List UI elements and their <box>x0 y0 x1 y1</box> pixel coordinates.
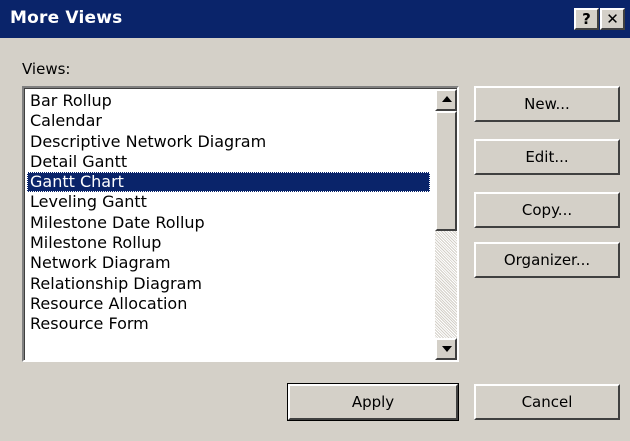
list-item[interactable]: Milestone Date Rollup <box>27 213 430 233</box>
apply-button[interactable]: Apply <box>287 383 459 421</box>
copy-button-label: Copy... <box>521 201 573 219</box>
organizer-button[interactable]: Organizer... <box>474 242 620 278</box>
edit-button-label: Edit... <box>525 148 569 166</box>
scroll-up-button[interactable] <box>435 89 457 111</box>
new-button[interactable]: New... <box>474 86 620 122</box>
new-button-label: New... <box>524 95 570 113</box>
dialog-title: More Views <box>10 8 123 28</box>
list-item[interactable]: Resource Form <box>27 314 430 334</box>
title-bar[interactable]: More Views ? ✕ <box>0 0 630 38</box>
help-button[interactable]: ? <box>574 8 599 30</box>
apply-button-label: Apply <box>351 393 395 411</box>
vertical-scrollbar[interactable] <box>435 89 457 360</box>
arrow-down-icon <box>442 346 452 352</box>
list-item[interactable]: Detail Gantt <box>27 152 430 172</box>
copy-button[interactable]: Copy... <box>474 192 620 228</box>
cancel-button-label: Cancel <box>521 393 573 411</box>
views-label: Views: <box>22 60 71 78</box>
list-item[interactable]: Network Diagram <box>27 253 430 273</box>
list-item-selected[interactable]: Gantt Chart <box>27 172 430 193</box>
list-item[interactable]: Resource Allocation <box>27 294 430 314</box>
scrollbar-thumb[interactable] <box>435 111 457 231</box>
list-item[interactable]: Relationship Diagram <box>27 274 430 294</box>
list-item[interactable]: Descriptive Network Diagram <box>27 132 430 152</box>
scroll-down-button[interactable] <box>435 338 457 360</box>
list-item[interactable]: Calendar <box>27 111 430 131</box>
views-list[interactable]: Bar Rollup Calendar Descriptive Network … <box>27 91 430 335</box>
arrow-up-icon <box>442 96 452 102</box>
close-icon: ✕ <box>606 10 619 28</box>
listbox-frame: Bar Rollup Calendar Descriptive Network … <box>24 88 457 360</box>
list-item[interactable]: Milestone Rollup <box>27 233 430 253</box>
question-mark-icon: ? <box>582 10 591 28</box>
list-item[interactable]: Bar Rollup <box>27 91 430 111</box>
views-listbox[interactable]: Bar Rollup Calendar Descriptive Network … <box>22 86 459 362</box>
cancel-button[interactable]: Cancel <box>474 384 620 420</box>
edit-button[interactable]: Edit... <box>474 139 620 175</box>
close-button[interactable]: ✕ <box>600 8 625 30</box>
list-item[interactable]: Leveling Gantt <box>27 192 430 212</box>
organizer-button-label: Organizer... <box>503 251 591 269</box>
more-views-dialog: More Views ? ✕ Views: Bar Rollup Calenda… <box>0 0 630 441</box>
